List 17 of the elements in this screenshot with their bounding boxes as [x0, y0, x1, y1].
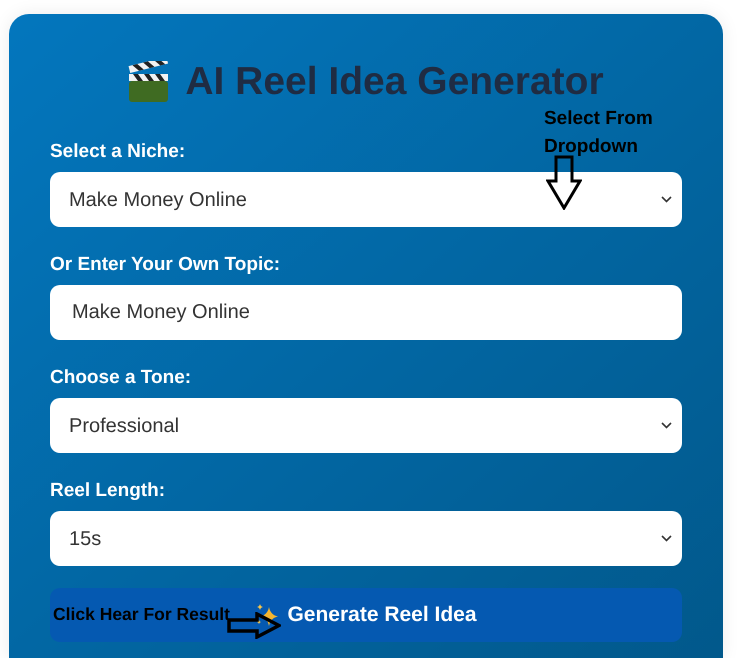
field-label: Or Enter Your Own Topic: [50, 254, 280, 276]
chevron-down-icon [661, 422, 672, 429]
field-label: Choose a Tone: [50, 367, 192, 389]
dropdown[interactable]: 15s [50, 511, 682, 566]
chevron-down-icon [661, 196, 672, 203]
annotation-text: Select From Dropdown [544, 107, 654, 159]
text-input[interactable]: Make Money Online [50, 285, 682, 340]
chevron-down-icon [661, 535, 672, 542]
sparkles-icon [255, 603, 280, 627]
clapperboard-icon [128, 61, 170, 103]
app-title: AI Reel Idea Generator [185, 59, 604, 105]
down-arrow-icon [546, 155, 582, 210]
dropdown[interactable]: Professional [50, 398, 682, 453]
annotation-text: Click Hear For Result [53, 603, 230, 626]
dropdown[interactable]: Make Money Online [50, 172, 682, 227]
field-label: Reel Length: [50, 480, 166, 502]
field-label: Select a Niche: [50, 141, 186, 163]
